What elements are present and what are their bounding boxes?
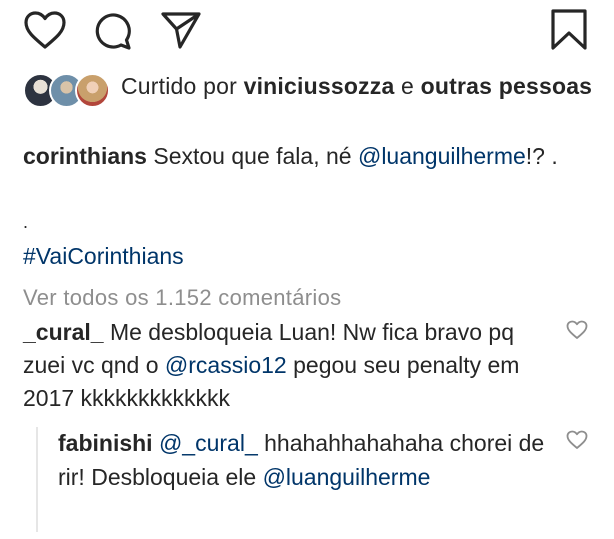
reply-mention[interactable]: @_cural_	[159, 430, 258, 456]
likes-text: Curtido por viniciussozza e outras pesso…	[121, 70, 601, 102]
caption-text-end: !? .	[525, 143, 558, 169]
likes-prefix: Curtido por	[121, 73, 244, 99]
likes-conjunction: e	[394, 73, 421, 99]
bookmark-icon[interactable]	[548, 8, 590, 52]
view-all-comments-link[interactable]: Ver todos os 1.152 comentários	[23, 282, 341, 314]
reply-comment: fabinishi @_cural_ hhahahhahahaha chorei…	[58, 426, 548, 494]
caption-dot: .	[23, 212, 29, 232]
comment-mention[interactable]: @rcassio12	[165, 352, 287, 378]
caption-username[interactable]: corinthians	[23, 143, 147, 169]
comment-icon[interactable]	[92, 10, 134, 52]
action-bar	[0, 0, 614, 60]
liker-username[interactable]: viniciussozza	[244, 73, 395, 99]
heart-icon[interactable]	[23, 10, 67, 50]
comment-like-heart-icon[interactable]	[566, 320, 588, 345]
liker-avatars[interactable]	[23, 73, 113, 109]
comment-username[interactable]: _cural_	[23, 319, 104, 345]
hashtag-link[interactable]: #VaiCorinthians	[23, 243, 184, 269]
caption-mention[interactable]: @luanguilherme	[358, 143, 526, 169]
post-caption: corinthians Sextou que fala, né @luangui…	[23, 140, 603, 173]
caption-text: Sextou que fala, né	[146, 143, 358, 169]
caption-hashtag-line: #VaiCorinthians	[23, 240, 184, 273]
reply-username[interactable]: fabinishi	[58, 430, 153, 456]
reply-thread-line	[36, 427, 38, 532]
avatar	[75, 73, 110, 108]
reply-mention-2[interactable]: @luanguilherme	[263, 464, 431, 490]
share-icon[interactable]	[160, 9, 202, 51]
likes-others-link[interactable]: outras pessoas	[421, 73, 593, 99]
reply-like-heart-icon[interactable]	[566, 430, 588, 455]
comment: _cural_ Me desbloqueia Luan! Nw fica bra…	[23, 316, 543, 415]
